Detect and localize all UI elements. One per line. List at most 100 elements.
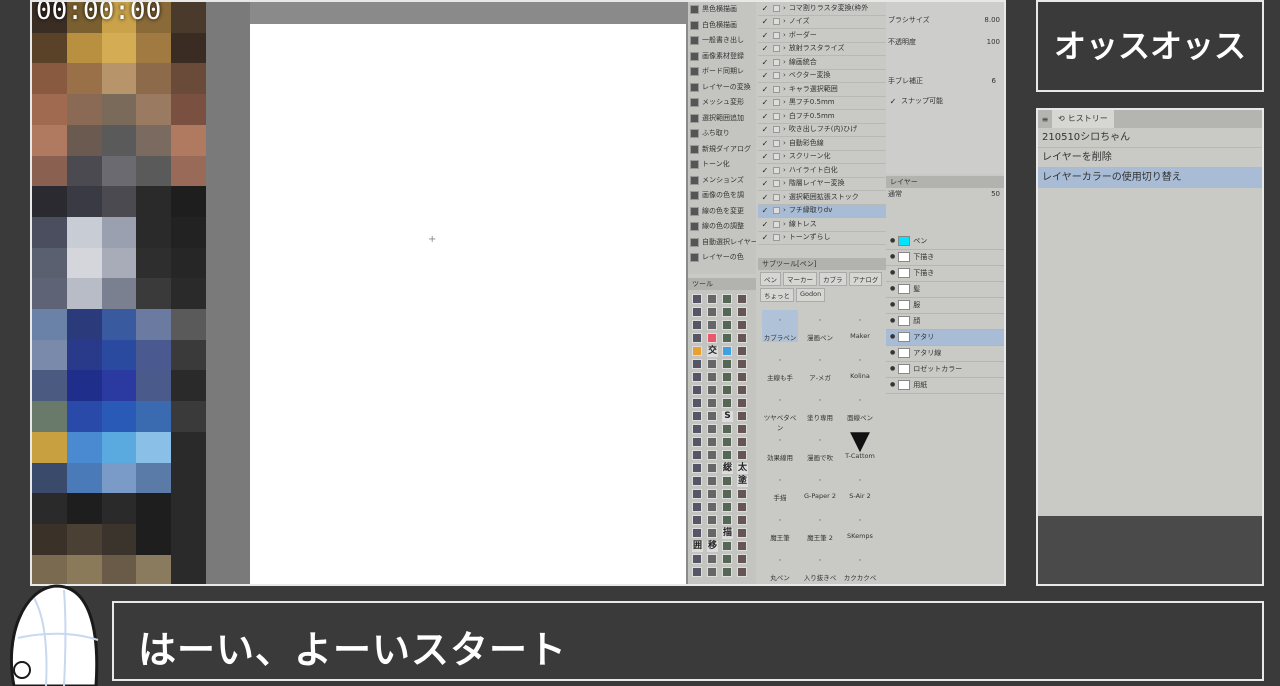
- tool-icon[interactable]: [692, 437, 702, 447]
- tool-icon[interactable]: [707, 554, 717, 564]
- tool-icon[interactable]: [737, 528, 747, 538]
- tool-glyph-icon[interactable]: 総: [722, 463, 733, 474]
- command-item[interactable]: レイヤーの変換: [688, 80, 756, 96]
- tool-icon[interactable]: [722, 372, 732, 382]
- layer-eye-icon[interactable]: ●: [890, 330, 895, 345]
- checkbox-icon[interactable]: [773, 112, 780, 120]
- sub-tool-category-tab[interactable]: ペン: [760, 272, 781, 286]
- tool-icon[interactable]: [692, 372, 702, 382]
- tool-icon[interactable]: [722, 320, 732, 330]
- checkmark-icon[interactable]: ✓: [760, 2, 770, 15]
- layer-row[interactable]: ● 顔: [886, 314, 1004, 330]
- checkmark-icon[interactable]: ✓: [760, 151, 770, 164]
- tool-icon[interactable]: [692, 346, 702, 356]
- tool-icon[interactable]: [707, 515, 717, 525]
- tool-icon[interactable]: [737, 437, 747, 447]
- tool-icon[interactable]: [692, 515, 702, 525]
- tool-icon[interactable]: [707, 320, 717, 330]
- tool-icon[interactable]: [707, 411, 717, 421]
- tool-icon[interactable]: [722, 346, 732, 356]
- menu-icon[interactable]: ≡: [1038, 115, 1052, 124]
- brush-preset[interactable]: · 漫画で吹: [802, 430, 838, 462]
- brush-size-value[interactable]: 8.00: [984, 14, 1000, 28]
- auto-action-item[interactable]: ✓ › 線画統合: [758, 56, 886, 70]
- layer-eye-icon[interactable]: ●: [890, 378, 895, 393]
- command-item[interactable]: 選択範囲追加: [688, 111, 756, 127]
- brush-preset[interactable]: · G-Paper 2: [802, 470, 838, 500]
- checkbox-icon[interactable]: [773, 99, 780, 107]
- auto-action-item[interactable]: ✓ › ベクター変換: [758, 70, 886, 83]
- checkmark-icon[interactable]: ✓: [760, 83, 770, 96]
- checkmark-icon[interactable]: ✓: [760, 232, 770, 245]
- checkbox-icon[interactable]: [773, 180, 780, 188]
- checkmark-icon[interactable]: ✓: [760, 16, 770, 29]
- sub-tool-category-tab[interactable]: ちょっと: [760, 288, 794, 302]
- brush-preset[interactable]: ▼ T-Cattom: [842, 426, 878, 460]
- tool-icon[interactable]: [737, 333, 747, 343]
- tool-icon[interactable]: [692, 411, 702, 421]
- layer-row[interactable]: ● 髪: [886, 282, 1004, 298]
- layer-row[interactable]: ● 服: [886, 298, 1004, 314]
- tool-icon[interactable]: [692, 463, 702, 473]
- tool-icon[interactable]: [707, 450, 717, 460]
- checkbox-icon[interactable]: [773, 72, 780, 80]
- drawing-canvas[interactable]: +: [250, 24, 686, 584]
- tool-icon[interactable]: [707, 567, 717, 577]
- layer-eye-icon[interactable]: ●: [890, 362, 895, 377]
- tool-glyph-icon[interactable]: 移: [707, 541, 718, 552]
- sub-tool-category-tab[interactable]: カブラ: [819, 272, 847, 286]
- opacity-value[interactable]: 100: [987, 36, 1000, 50]
- checkbox-icon[interactable]: [773, 126, 780, 134]
- tool-icon[interactable]: [707, 489, 717, 499]
- tool-icon[interactable]: [737, 567, 747, 577]
- tool-icon[interactable]: [722, 359, 732, 369]
- tool-panel-tab[interactable]: ツール: [688, 278, 756, 290]
- layer-row[interactable]: ● ペン: [886, 234, 1004, 250]
- auto-action-item[interactable]: ✓ › 白フチ0.5mm: [758, 110, 886, 124]
- command-item[interactable]: メンションズ: [688, 173, 756, 189]
- tool-icon[interactable]: [692, 307, 702, 317]
- brush-preset[interactable]: · ア-メガ: [802, 350, 838, 382]
- tool-glyph-icon[interactable]: 交: [707, 346, 718, 357]
- auto-action-item[interactable]: ✓ › 選択範囲拡張ストック: [758, 191, 886, 205]
- tool-icon[interactable]: [722, 450, 732, 460]
- checkbox-icon[interactable]: [773, 166, 780, 174]
- tool-glyph-icon[interactable]: 太: [737, 463, 748, 474]
- checkmark-icon[interactable]: ✓: [760, 218, 770, 231]
- tool-icon[interactable]: [692, 424, 702, 434]
- command-item[interactable]: ふち取り: [688, 126, 756, 142]
- checkmark-icon[interactable]: ✓: [760, 137, 770, 150]
- brush-preset[interactable]: · カクカクペン: [842, 550, 878, 584]
- tool-icon[interactable]: [737, 320, 747, 330]
- layer-row[interactable]: ● 下描き: [886, 250, 1004, 266]
- tool-icon[interactable]: [737, 307, 747, 317]
- brush-preset[interactable]: · 魔王筆: [762, 510, 798, 542]
- tool-icon[interactable]: [707, 359, 717, 369]
- auto-action-item[interactable]: ✓ › 線トレス: [758, 218, 886, 232]
- command-item[interactable]: 画像素材登録: [688, 49, 756, 65]
- tool-icon[interactable]: [722, 385, 732, 395]
- checkbox-icon[interactable]: [773, 220, 780, 228]
- checkbox-icon[interactable]: [773, 45, 780, 53]
- checkmark-icon[interactable]: ✓: [760, 110, 770, 123]
- history-item[interactable]: レイヤーを削除: [1038, 148, 1262, 168]
- brush-preset[interactable]: · 主線も手: [762, 350, 798, 382]
- tool-icon[interactable]: [692, 489, 702, 499]
- checkmark-icon[interactable]: ✓: [888, 95, 898, 109]
- auto-action-item[interactable]: ✓ › スクリーン化: [758, 151, 886, 164]
- tool-icon[interactable]: [692, 450, 702, 460]
- tool-icon[interactable]: [707, 333, 717, 343]
- brush-preset[interactable]: · 手描: [762, 470, 798, 502]
- checkmark-icon[interactable]: ✓: [760, 97, 770, 110]
- checkbox-icon[interactable]: [773, 18, 780, 26]
- tool-icon[interactable]: [707, 476, 717, 486]
- tool-icon[interactable]: [737, 554, 747, 564]
- command-item[interactable]: 自動選択レイヤー: [688, 235, 756, 251]
- brush-preset[interactable]: · SKemps: [842, 510, 878, 540]
- layer-eye-icon[interactable]: ●: [890, 298, 895, 313]
- tool-icon[interactable]: [707, 502, 717, 512]
- tool-icon[interactable]: [692, 567, 702, 577]
- tool-icon[interactable]: [692, 528, 702, 538]
- tool-icon[interactable]: [692, 398, 702, 408]
- brush-preset[interactable]: · 面線ペン: [842, 390, 878, 422]
